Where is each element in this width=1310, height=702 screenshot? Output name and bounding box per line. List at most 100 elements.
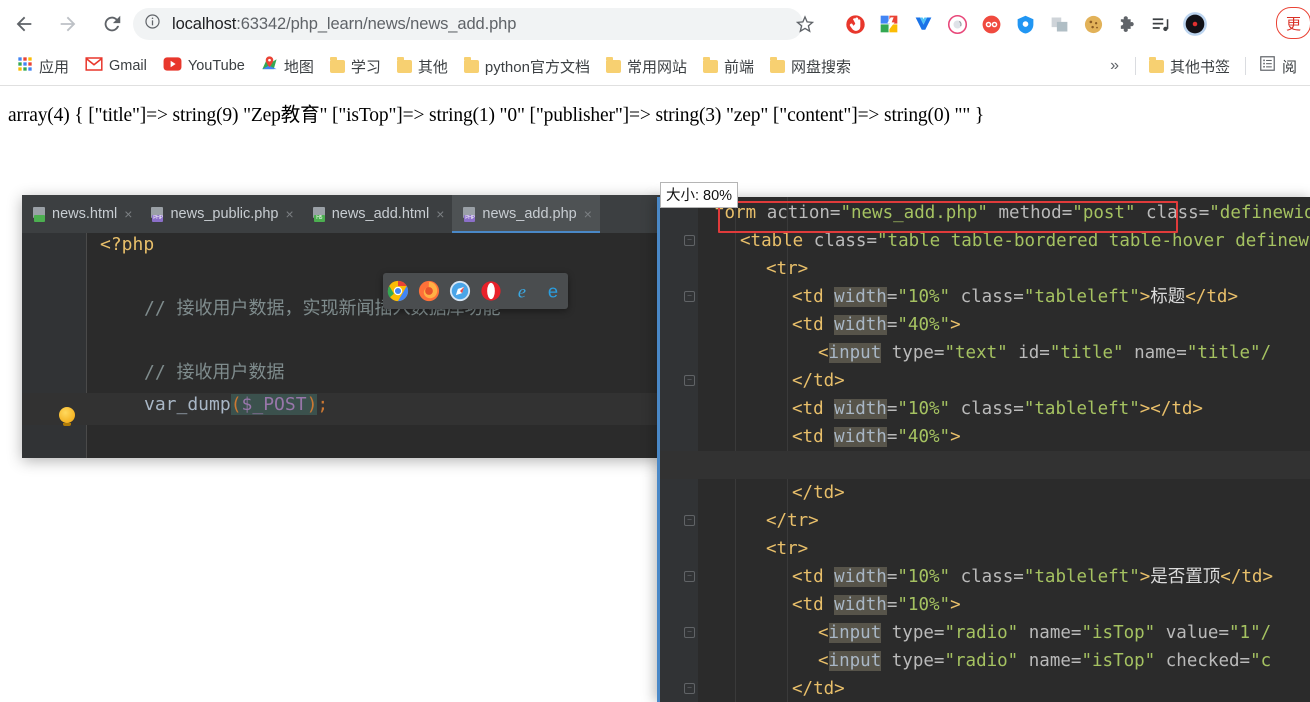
- reload-icon[interactable]: [92, 4, 132, 44]
- code-token: "radio": [944, 623, 1019, 643]
- chrome-browser-icon[interactable]: [387, 280, 409, 302]
- adblock-extension-icon[interactable]: [838, 8, 872, 40]
- shield-extension-icon[interactable]: [1008, 8, 1042, 40]
- close-icon[interactable]: ×: [436, 206, 444, 222]
- code-token: "title"/: [1186, 343, 1272, 363]
- folder-icon: [329, 56, 345, 73]
- colorful-extension-icon[interactable]: [872, 8, 906, 40]
- update-button[interactable]: 更: [1276, 7, 1310, 39]
- close-icon[interactable]: ×: [124, 206, 132, 222]
- back-arrow-icon[interactable]: [4, 4, 44, 44]
- code-token: <: [818, 623, 829, 643]
- navigation-buttons: [0, 0, 132, 47]
- code-token: <td: [792, 399, 835, 419]
- circle-extension-icon[interactable]: [940, 8, 974, 40]
- code-line: <tr>: [766, 535, 808, 563]
- lightbulb-intention-icon[interactable]: [59, 407, 75, 426]
- bookmark-label: 学习: [350, 58, 381, 76]
- code-line: </td>: [792, 675, 845, 702]
- bookmark-folder-python-docs[interactable]: python官方文档: [457, 53, 597, 79]
- bookmark-folder-frontend[interactable]: 前端: [696, 53, 761, 79]
- editor-tab-news-public-php[interactable]: PHP news_public.php ×: [140, 195, 302, 233]
- reading-list-button[interactable]: 阅: [1252, 53, 1304, 79]
- forward-arrow-icon[interactable]: [48, 4, 88, 44]
- bookmark-folder-common-sites[interactable]: 常用网站: [599, 53, 694, 79]
- editor-tab-news-add-php[interactable]: PHP news_add.php ×: [452, 195, 600, 233]
- profile-avatar[interactable]: [1178, 8, 1212, 40]
- editor-tab-news-add-html[interactable]: H5 news_add.html ×: [301, 195, 453, 233]
- folder-icon: [702, 56, 718, 73]
- code-token: <td: [792, 595, 835, 615]
- code-token: name: [1018, 623, 1071, 643]
- code-content-left[interactable]: <?php // 接收用户数据，实现新闻插入数据库功能 // 接收用户数据 va…: [88, 233, 662, 458]
- close-icon[interactable]: ×: [584, 206, 592, 222]
- code-token: "post": [1072, 203, 1136, 223]
- infinity-extension-icon[interactable]: [974, 8, 1008, 40]
- bookmarks-overflow-button[interactable]: »: [1100, 57, 1129, 75]
- translate-extension-icon[interactable]: [1042, 8, 1076, 40]
- code-token: class: [950, 567, 1014, 587]
- code-token: <td: [792, 287, 835, 307]
- bookmark-gmail[interactable]: Gmail: [78, 53, 154, 79]
- code-line: </td>: [792, 367, 845, 395]
- svg-text:e: e: [547, 280, 557, 301]
- editor-tab-bar: news.html × PHP news_public.php × H5 new…: [22, 195, 662, 233]
- code-token: <table: [740, 231, 814, 251]
- edge-browser-icon[interactable]: e: [542, 280, 564, 302]
- maps-icon: [261, 55, 278, 77]
- code-token: 标题: [1150, 287, 1186, 307]
- editor-tab-news-html[interactable]: news.html ×: [22, 195, 141, 233]
- folder-icon: [396, 56, 412, 73]
- bookmarks-bar-right: » 其他书签 阅: [1100, 47, 1306, 85]
- code-token: "10%": [897, 287, 951, 307]
- code-content-right[interactable]: form action="news_add.php" method="post"…: [660, 197, 1310, 702]
- php-file-icon: PHP: [462, 206, 476, 222]
- address-bar[interactable]: localhost:63342/php_learn/news/news_add.…: [133, 8, 803, 40]
- bookmark-label: 前端: [723, 58, 754, 76]
- bookmark-youtube[interactable]: YouTube: [156, 53, 252, 79]
- bookmark-folder-netdisk-search[interactable]: 网盘搜索: [763, 53, 858, 79]
- bookmark-folder-other[interactable]: 其他: [390, 53, 455, 79]
- code-line: <td width="10%" class="tableleft">是否置顶</…: [792, 563, 1273, 591]
- reading-list-icon: [1259, 55, 1276, 77]
- bookmark-apps[interactable]: 应用: [10, 53, 76, 79]
- code-token: =: [1039, 343, 1050, 363]
- code-token: input: [828, 651, 882, 671]
- v-extension-icon[interactable]: [906, 8, 940, 40]
- bookmark-folder-study[interactable]: 学习: [323, 53, 388, 79]
- site-info-icon[interactable]: [144, 13, 161, 35]
- code-token: "definewidt: [1209, 203, 1310, 223]
- code-token: <: [818, 343, 829, 363]
- code-line: <td width="40%">: [792, 311, 961, 339]
- other-bookmarks-button[interactable]: 其他书签: [1142, 53, 1237, 79]
- bookmark-star-icon[interactable]: [793, 12, 817, 36]
- code-token: >: [1139, 287, 1151, 307]
- code-token: =: [1218, 623, 1229, 643]
- code-token: type: [881, 343, 934, 363]
- firefox-browser-icon[interactable]: [418, 280, 440, 302]
- safari-browser-icon[interactable]: [449, 280, 471, 302]
- code-line-var-dump: var_dump($_POST);: [144, 394, 329, 415]
- puzzle-extensions-icon[interactable]: [1110, 8, 1144, 40]
- other-bookmarks-label: 其他书签: [1169, 58, 1230, 76]
- svg-text:e: e: [518, 281, 526, 301]
- code-token: <tr>: [766, 539, 809, 559]
- code-token: "1"/: [1229, 623, 1272, 643]
- code-token: </tr>: [766, 511, 819, 531]
- editor-tab-label: news.html: [52, 206, 118, 222]
- divider: [1244, 57, 1246, 75]
- playlist-extension-icon[interactable]: [1144, 8, 1178, 40]
- code-line: <td width="10%">: [792, 591, 961, 619]
- code-token: =: [1239, 651, 1251, 671]
- internet-explorer-browser-icon[interactable]: e: [511, 280, 533, 302]
- code-token: <tr>: [766, 259, 809, 279]
- code-token: width: [834, 399, 887, 419]
- opera-browser-icon[interactable]: [480, 280, 502, 302]
- function-name: var_dump: [144, 394, 231, 415]
- bookmark-maps[interactable]: 地图: [254, 53, 321, 79]
- code-token: width: [834, 287, 887, 307]
- browser-toolbar: localhost:63342/php_learn/news/news_add.…: [0, 0, 1310, 47]
- cookie-extension-icon[interactable]: [1076, 8, 1110, 40]
- close-icon[interactable]: ×: [286, 206, 294, 222]
- code-token: =: [933, 623, 945, 643]
